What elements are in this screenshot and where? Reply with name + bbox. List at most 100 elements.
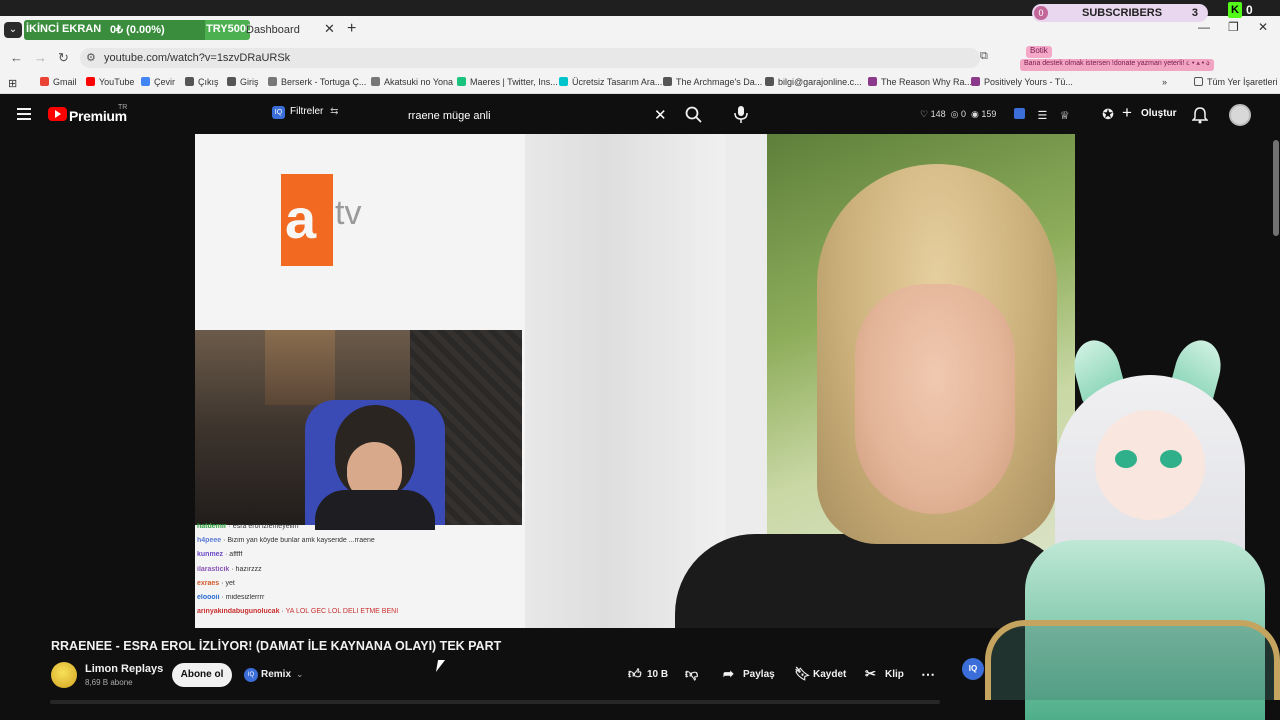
bookmarks-bar: ⊞ Gmail YouTube Çevir Çıkış Giriş Berser… [0,72,1280,94]
filters-button[interactable]: IQ Filtreler ⇆ [272,106,339,119]
bookmark-maeres[interactable]: Maeres | Twitter, Ins... [457,77,558,87]
site-info-icon[interactable]: ⚙ [86,51,96,64]
like-stat: 148 [930,109,946,119]
tab-search-icon[interactable]: ⌄ [4,22,22,38]
tab-title[interactable]: Dashboard [246,24,300,36]
chat-message: arinyakindabugunolucak · YA LOL GEC LOL … [195,608,525,622]
youtube-header: Premium TR IQ Filtreler ⇆ rraene müge anl… [0,96,1280,134]
stream-chat: hatdemir · esra erol izlemeyelim h4peee … [195,523,525,628]
reload-icon[interactable]: ↻ [58,50,69,66]
bookmark-icon [371,77,380,86]
bookmark-gmail[interactable]: Gmail [40,77,77,87]
vtuber-frame [985,620,1280,700]
list-icon[interactable]: ☰ [1037,110,1047,122]
chat-text: Bizim yan köyde bunlar amk kayseride ...… [227,537,375,545]
channel-avatar[interactable] [51,662,77,688]
clip-button[interactable]: ✂ Klip [860,664,910,686]
channel-name[interactable]: Limon Replays [85,663,163,675]
youtube-logo-icon[interactable] [48,107,67,121]
scrollbar-thumb[interactable] [1273,140,1279,236]
bookmark-label: Maeres | Twitter, Ins... [470,77,558,87]
bookmark-positively[interactable]: Positively Yours - Tü... [971,77,1073,87]
bookmark-label: YouTube [99,77,135,87]
install-app-icon[interactable]: ⧉ [980,50,988,63]
chat-user: h4peee [197,537,222,545]
search-icon[interactable] [684,105,704,125]
share-button[interactable]: ➦ Paylaş [716,664,782,686]
minimize-icon[interactable]: — [1198,20,1210,34]
microphone-icon[interactable] [732,104,750,124]
bookmark-icon [227,77,236,86]
save-button[interactable]: 🔖︎ Kaydet [788,664,854,686]
back-icon[interactable]: ← [10,50,23,65]
search-input[interactable]: rraene müge anli [408,110,491,122]
globe-icon [765,77,774,86]
plus-icon: + [1122,103,1132,122]
atv-logo-tv: tv [335,194,362,232]
forward-icon[interactable]: → [34,50,47,65]
gem-icon[interactable]: ✪ [1102,106,1114,122]
restore-icon[interactable]: ❐ [1228,20,1239,34]
bookmark-login[interactable]: Giriş [227,77,259,87]
bookmark-canva[interactable]: Ücretsiz Tasarım Ara... [559,77,662,87]
share-icon: ➦ [723,666,734,681]
url-field[interactable]: ⚙ youtube.com/watch?v=1szvDRaURSk [80,48,980,68]
iq-extension-icon[interactable] [1014,108,1025,119]
bookmark-garaj[interactable]: bilgi@garajonline.c... [765,77,862,87]
bookmark-archmage[interactable]: The Archmage's Da... [663,77,762,87]
bookmark-reason[interactable]: The Reason Why Ra... [868,77,972,87]
thumbs-down-icon[interactable]: 👎︎ [685,666,698,682]
create-button[interactable]: + Oluştur [1116,101,1184,127]
canva-icon [559,77,568,86]
share-label: Paylaş [743,669,775,680]
bookmark-label: Positively Yours - Tü... [984,77,1073,87]
menu-icon[interactable] [17,108,31,120]
view-stat-icon: ◉ [971,109,979,119]
new-tab-icon[interactable]: + [347,20,356,38]
iq-extension-button[interactable]: IQ [962,658,984,680]
more-actions-button[interactable]: ⋯ [916,664,940,686]
like-count: 10 B [647,669,669,680]
chat-message: h4peee · Bizim yan köyde bunlar amk kays… [195,537,525,551]
window-controls: — ❐ ✕ [1190,20,1280,40]
create-label: Oluştur [1141,108,1177,119]
apps-grid-icon[interactable]: ⊞ [8,77,17,90]
clear-search-icon[interactable]: ✕ [654,106,667,124]
all-bookmarks[interactable]: Tüm Yer İşaretleri [1194,77,1278,87]
chat-user: arinyakindabugunolucak [197,608,280,616]
like-button[interactable]: 👍︎ 10 B 👎︎ [620,664,710,686]
video-player[interactable]: a tv hatdemir · esra erol izlemeyelim h4… [195,134,1075,628]
bookmark-translate[interactable]: Çevir [141,77,175,87]
bookmark-logout[interactable]: Çıkış [185,77,219,87]
bookmark-icon [868,77,877,86]
bookmark-akatsuki[interactable]: Akatsuki no Yona [371,77,453,87]
more-bookmarks-icon[interactable]: » [1162,77,1167,87]
tab-close-icon[interactable]: ✕ [324,21,335,37]
save-label: Kaydet [813,669,847,680]
chat-user: eloooii [197,593,220,601]
close-window-icon[interactable]: ✕ [1258,20,1268,34]
chat-message: exraes · yet [195,580,525,594]
trophy-icon[interactable]: ♕ [1060,110,1070,122]
remix-button[interactable]: IQ Remix ⌄ [238,664,310,686]
sliders-icon: ⇆ [330,106,339,117]
goal-label: İKİNCİ EKRAN [26,23,102,35]
like-stat-icon: ♡ [920,109,929,119]
bookmark-icon [185,77,194,86]
bookmark-youtube[interactable]: YouTube [86,77,134,87]
kick-count: 0 [1246,3,1253,17]
subscribe-button[interactable]: Abone ol [172,663,232,687]
channel-subscriber-count: 8,69 B abone [85,678,133,687]
account-avatar[interactable] [1229,104,1251,126]
bookmark-icon [268,77,277,86]
chat-text: afffff [229,551,243,559]
chat-text: esra erol izlemeyelim [232,523,299,530]
chat-message: kunmez · afffff [195,551,525,565]
search-box[interactable]: rraene müge anli ✕ [398,102,678,130]
bookmark-label: bilgi@garajonline.c... [778,77,862,87]
bookmark-berserk[interactable]: Berserk - Tortuga Ç... [268,77,366,87]
video-stats: ♡ 148 ◎ 0 ◉ 159 [920,109,996,120]
notifications-bell-icon[interactable] [1192,106,1208,124]
page-scrollbar[interactable] [1272,96,1280,720]
chat-user: kunmez [197,551,224,559]
